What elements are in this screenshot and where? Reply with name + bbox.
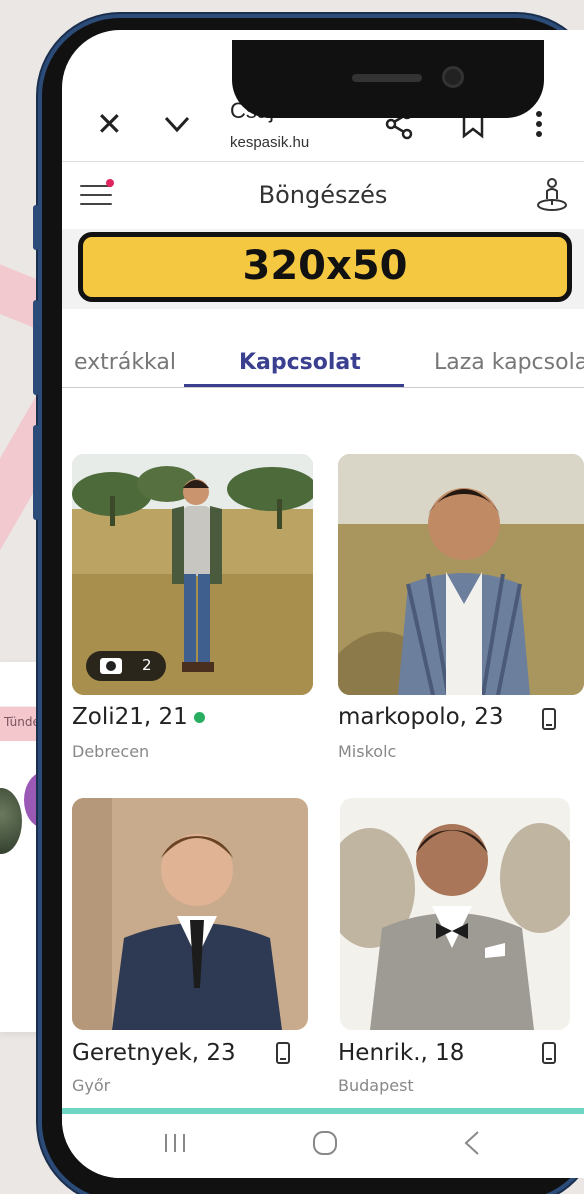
- profile-name[interactable]: Zoli21, 21: [72, 704, 205, 730]
- profile-city: Miskolc: [338, 742, 397, 761]
- phone-side-button: [33, 425, 39, 520]
- close-icon[interactable]: ✕: [96, 104, 123, 144]
- system-nav-bar: [62, 1114, 584, 1178]
- more-vert-icon[interactable]: [532, 104, 546, 153]
- speaker: [352, 74, 422, 82]
- camera-icon: [100, 658, 122, 674]
- mobile-icon: [276, 1042, 290, 1064]
- profile-name[interactable]: Geretnyek, 23: [72, 1040, 236, 1066]
- profile-photo[interactable]: 2: [72, 454, 313, 695]
- tab-casual[interactable]: Laza kapcsolat: [434, 350, 584, 375]
- recent-apps-icon[interactable]: [162, 1128, 188, 1165]
- active-tab-indicator: [184, 384, 404, 387]
- online-indicator: [193, 712, 205, 723]
- photo-count-badge: 2: [86, 651, 166, 681]
- location-person-icon[interactable]: [532, 175, 572, 215]
- tab-relationship[interactable]: Kapcsolat: [239, 350, 361, 375]
- profile-city: Győr: [72, 1076, 111, 1095]
- profile-city: Debrecen: [72, 742, 150, 761]
- home-icon[interactable]: [310, 1128, 340, 1165]
- photo-count: 2: [142, 656, 152, 674]
- app-header: Böngészés: [62, 163, 584, 229]
- profile-photo[interactable]: [338, 454, 584, 695]
- mobile-icon: [542, 1042, 556, 1064]
- mobile-icon: [542, 708, 556, 730]
- page-url[interactable]: kespasik.hu: [230, 134, 309, 151]
- profile-photo[interactable]: [72, 798, 308, 1030]
- front-camera: [442, 66, 464, 88]
- profile-name[interactable]: Henrik., 18: [338, 1040, 464, 1066]
- background-banner-text: Tünde: [4, 715, 40, 729]
- app-title: Böngészés: [258, 181, 388, 209]
- back-icon[interactable]: [460, 1128, 484, 1165]
- profile-photo[interactable]: [340, 798, 570, 1030]
- ad-banner[interactable]: 320x50: [78, 232, 572, 302]
- phone-side-button: [33, 300, 39, 395]
- chevron-down-icon[interactable]: [162, 104, 192, 153]
- phone-side-button: [33, 205, 39, 250]
- profile-name[interactable]: markopolo, 23: [338, 704, 504, 730]
- phone-notch: [232, 40, 544, 118]
- profile-city: Budapest: [338, 1076, 414, 1095]
- phone-screen: ✕ Csajok és... kespasik.hu Böngész: [62, 30, 584, 1178]
- profile-name-text: Zoli21, 21: [72, 704, 188, 730]
- tab-extras[interactable]: extrákkal: [74, 350, 176, 375]
- tab-bar: extrákkal Kapcsolat Laza kapcsolat: [62, 346, 584, 388]
